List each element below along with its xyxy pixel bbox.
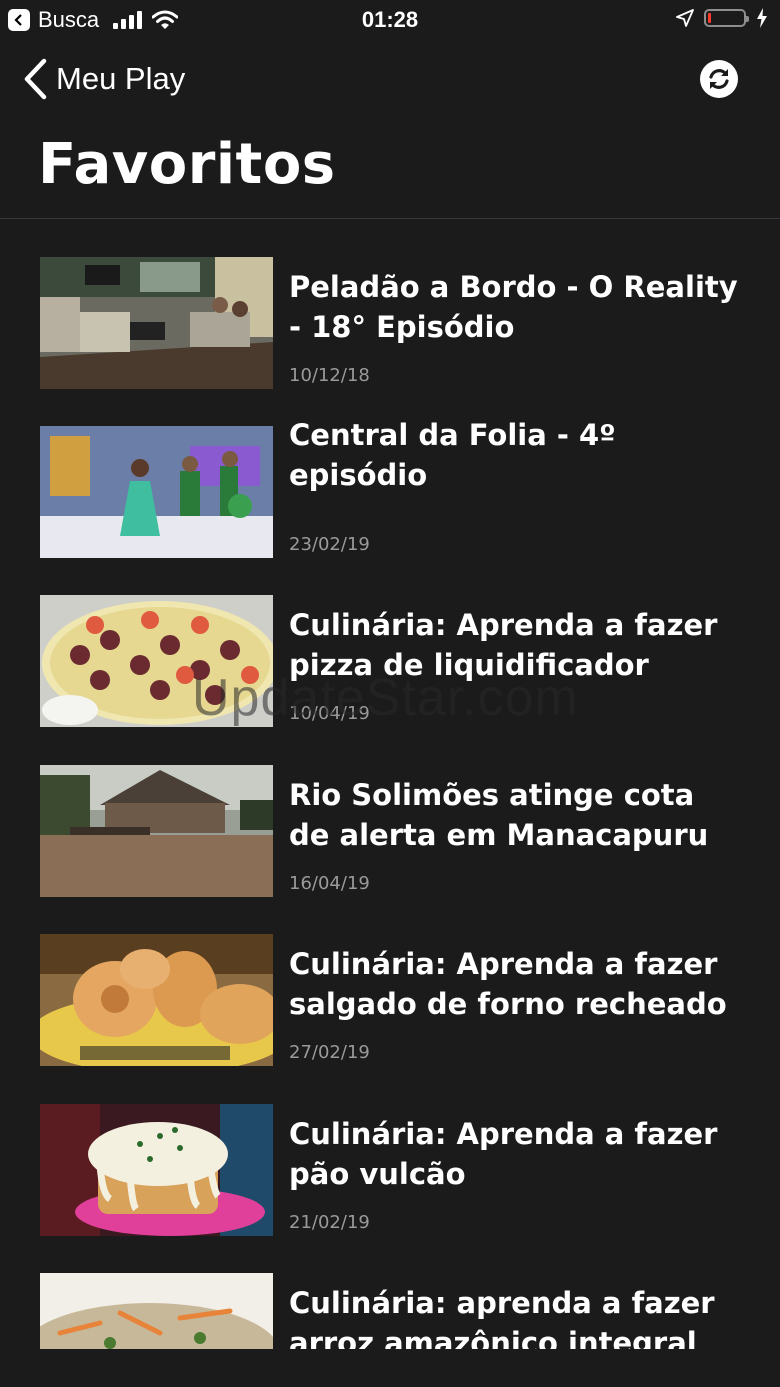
item-title: Culinária: aprenda a fazer arroz amazôni…	[289, 1286, 715, 1349]
back-label: Meu Play	[56, 61, 186, 96]
list-item[interactable]: Peladão a Bordo - O Reality - 18° Episód…	[0, 257, 780, 389]
status-bar: Busca 01:28	[0, 0, 780, 40]
battery-fill	[708, 13, 711, 23]
video-thumbnail	[40, 257, 273, 389]
video-thumbnail	[40, 426, 273, 558]
item-date: 10/12/18	[289, 365, 370, 386]
item-date: 23/02/19	[289, 534, 370, 555]
favorites-list: Peladão a Bordo - O Reality - 18° Episód…	[0, 257, 780, 1349]
list-item[interactable]: Culinária: aprenda a fazer arroz amazôni…	[0, 1273, 780, 1349]
item-title: Culinária: Aprenda a fazer pizza de liqu…	[289, 608, 718, 682]
chevron-left-icon	[24, 58, 47, 100]
item-title: Rio Solimões atinge cota de alerta em Ma…	[289, 778, 709, 852]
video-thumbnail	[40, 934, 273, 1066]
video-thumbnail	[40, 1273, 273, 1349]
status-right	[676, 8, 768, 28]
status-time: 01:28	[361, 7, 419, 32]
back-button[interactable]: Meu Play	[22, 58, 185, 100]
item-title: Culinária: Aprenda a fazer salgado de fo…	[289, 947, 727, 1021]
list-item[interactable]: Culinária: Aprenda a fazer pizza de liqu…	[0, 595, 780, 727]
item-title: Culinária: Aprenda a fazer pão vulcão	[289, 1117, 718, 1191]
list-item[interactable]: Rio Solimões atinge cota de alerta em Ma…	[0, 765, 780, 897]
video-thumbnail	[40, 1104, 273, 1236]
header-divider	[0, 218, 780, 219]
item-title: Peladão a Bordo - O Reality - 18° Episód…	[289, 270, 738, 344]
item-date: 21/02/19	[289, 1212, 370, 1233]
refresh-icon	[709, 69, 729, 89]
refresh-button[interactable]	[700, 60, 738, 98]
list-item[interactable]: Central da Folia - 4º episódio 23/02/19	[0, 418, 780, 558]
list-item[interactable]: Culinária: Aprenda a fazer salgado de fo…	[0, 934, 780, 1066]
location-icon	[676, 9, 694, 27]
item-date: 27/02/19	[289, 1042, 370, 1063]
item-date: 16/04/19	[289, 873, 370, 894]
item-date: 10/04/19	[289, 703, 370, 724]
list-item[interactable]: Culinária: Aprenda a fazer pão vulcão 21…	[0, 1104, 780, 1236]
battery-icon	[704, 9, 749, 27]
page-title: Favoritos	[38, 132, 336, 197]
charging-icon	[756, 8, 768, 28]
nav-bar: Meu Play	[0, 50, 780, 110]
item-title: Central da Folia - 4º episódio	[289, 418, 616, 492]
video-thumbnail	[40, 765, 273, 897]
video-thumbnail	[40, 595, 273, 727]
